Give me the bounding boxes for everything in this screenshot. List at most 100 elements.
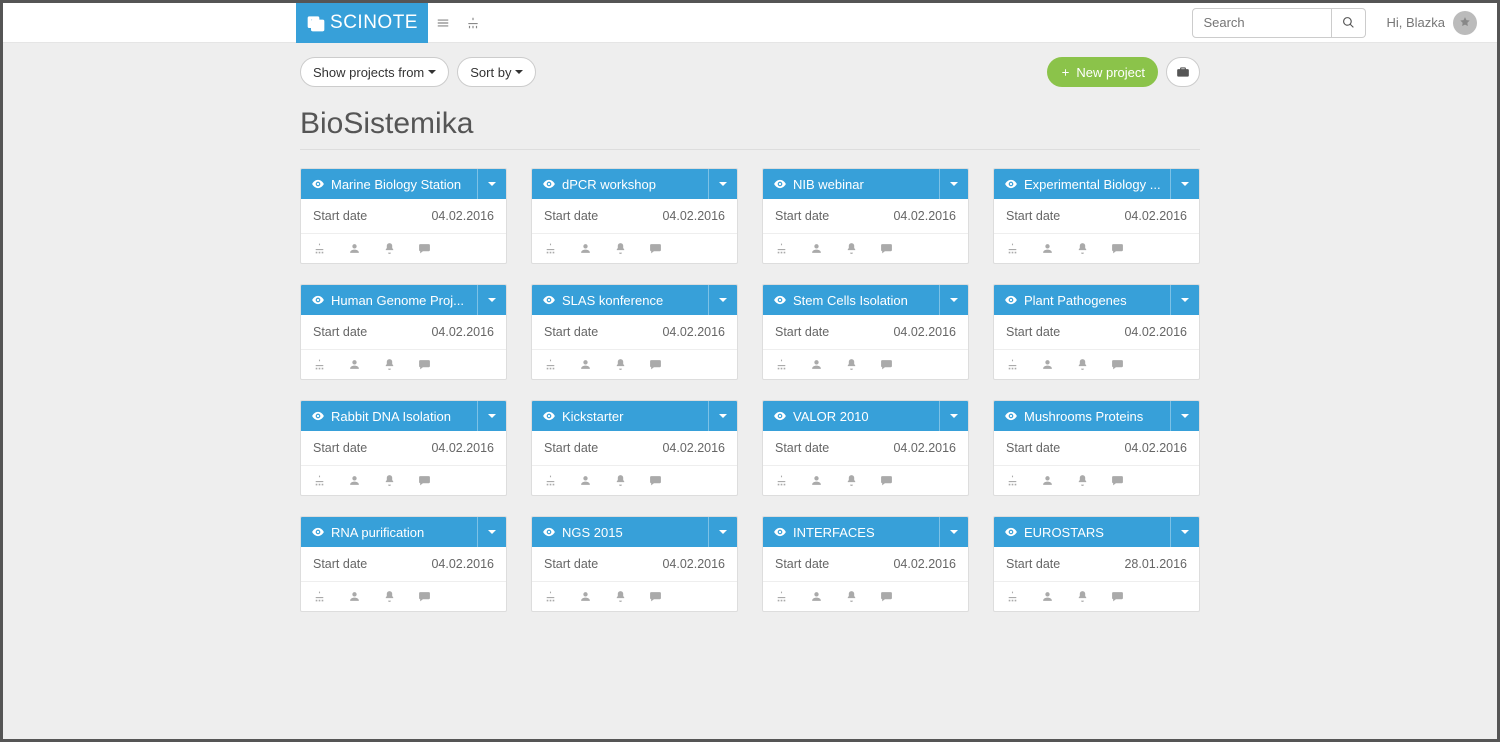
project-tree-button[interactable]: [1006, 358, 1019, 371]
project-users-button[interactable]: [348, 474, 361, 487]
project-notifications-button[interactable]: [383, 358, 396, 371]
project-notifications-button[interactable]: [383, 590, 396, 603]
project-comments-button[interactable]: [649, 242, 662, 255]
project-tree-button[interactable]: [775, 590, 788, 603]
project-card-header[interactable]: Rabbit DNA Isolation: [301, 401, 506, 431]
archive-button[interactable]: [1166, 57, 1200, 87]
project-card-header[interactable]: NIB webinar: [763, 169, 968, 199]
project-card-header[interactable]: SLAS konference: [532, 285, 737, 315]
project-card-header[interactable]: VALOR 2010: [763, 401, 968, 431]
project-comments-button[interactable]: [1111, 474, 1124, 487]
project-card-header[interactable]: Stem Cells Isolation: [763, 285, 968, 315]
project-card-menu[interactable]: [708, 285, 727, 315]
project-users-button[interactable]: [810, 242, 823, 255]
project-tree-button[interactable]: [775, 474, 788, 487]
project-comments-button[interactable]: [1111, 242, 1124, 255]
project-users-button[interactable]: [810, 358, 823, 371]
app-logo[interactable]: SCINOTE: [296, 3, 428, 43]
project-comments-button[interactable]: [418, 242, 431, 255]
project-card-menu[interactable]: [939, 517, 958, 547]
project-comments-button[interactable]: [418, 590, 431, 603]
project-card-menu[interactable]: [939, 401, 958, 431]
sort-projects-dropdown[interactable]: Sort by: [457, 57, 536, 87]
project-comments-button[interactable]: [880, 242, 893, 255]
project-tree-button[interactable]: [544, 590, 557, 603]
project-card-header[interactable]: Kickstarter: [532, 401, 737, 431]
project-users-button[interactable]: [1041, 474, 1054, 487]
project-notifications-button[interactable]: [614, 358, 627, 371]
project-card-menu[interactable]: [477, 285, 496, 315]
project-users-button[interactable]: [1041, 358, 1054, 371]
project-tree-button[interactable]: [313, 590, 326, 603]
project-comments-button[interactable]: [649, 474, 662, 487]
project-card-header[interactable]: dPCR workshop: [532, 169, 737, 199]
project-card-menu[interactable]: [1170, 169, 1189, 199]
menu-toggle-button[interactable]: [428, 3, 458, 43]
project-card-menu[interactable]: [708, 517, 727, 547]
project-comments-button[interactable]: [880, 358, 893, 371]
project-card-menu[interactable]: [708, 169, 727, 199]
project-card-menu[interactable]: [708, 401, 727, 431]
project-notifications-button[interactable]: [614, 242, 627, 255]
project-card-header[interactable]: INTERFACES: [763, 517, 968, 547]
project-card-header[interactable]: Mushrooms Proteins: [994, 401, 1199, 431]
project-notifications-button[interactable]: [614, 590, 627, 603]
project-notifications-button[interactable]: [845, 358, 858, 371]
project-users-button[interactable]: [579, 242, 592, 255]
project-users-button[interactable]: [579, 474, 592, 487]
project-tree-button[interactable]: [544, 242, 557, 255]
project-card-header[interactable]: Plant Pathogenes: [994, 285, 1199, 315]
project-notifications-button[interactable]: [845, 590, 858, 603]
project-users-button[interactable]: [1041, 242, 1054, 255]
project-notifications-button[interactable]: [383, 242, 396, 255]
project-comments-button[interactable]: [418, 358, 431, 371]
project-card-menu[interactable]: [939, 169, 958, 199]
project-tree-button[interactable]: [313, 242, 326, 255]
filter-projects-dropdown[interactable]: Show projects from: [300, 57, 449, 87]
project-comments-button[interactable]: [1111, 590, 1124, 603]
search-button[interactable]: [1332, 8, 1366, 38]
project-card-header[interactable]: Marine Biology Station: [301, 169, 506, 199]
project-card-menu[interactable]: [1170, 401, 1189, 431]
project-comments-button[interactable]: [649, 358, 662, 371]
org-tree-button[interactable]: [458, 3, 488, 43]
project-users-button[interactable]: [1041, 590, 1054, 603]
project-notifications-button[interactable]: [1076, 358, 1089, 371]
project-card-menu[interactable]: [939, 285, 958, 315]
project-card-header[interactable]: RNA purification: [301, 517, 506, 547]
project-card-header[interactable]: Experimental Biology ...: [994, 169, 1199, 199]
project-comments-button[interactable]: [880, 590, 893, 603]
project-card-menu[interactable]: [1170, 517, 1189, 547]
project-card-header[interactable]: Human Genome Proj...: [301, 285, 506, 315]
project-notifications-button[interactable]: [1076, 242, 1089, 255]
project-card-menu[interactable]: [477, 517, 496, 547]
project-users-button[interactable]: [579, 590, 592, 603]
project-comments-button[interactable]: [880, 474, 893, 487]
project-notifications-button[interactable]: [1076, 474, 1089, 487]
project-card-menu[interactable]: [477, 401, 496, 431]
project-card-menu[interactable]: [477, 169, 496, 199]
project-comments-button[interactable]: [649, 590, 662, 603]
project-users-button[interactable]: [348, 358, 361, 371]
user-avatar[interactable]: [1453, 11, 1477, 35]
project-tree-button[interactable]: [775, 358, 788, 371]
project-card-menu[interactable]: [1170, 285, 1189, 315]
project-comments-button[interactable]: [1111, 358, 1124, 371]
project-tree-button[interactable]: [313, 474, 326, 487]
project-comments-button[interactable]: [418, 474, 431, 487]
project-notifications-button[interactable]: [1076, 590, 1089, 603]
search-input[interactable]: [1192, 8, 1332, 38]
project-notifications-button[interactable]: [383, 474, 396, 487]
project-users-button[interactable]: [348, 590, 361, 603]
project-card-header[interactable]: EUROSTARS: [994, 517, 1199, 547]
project-tree-button[interactable]: [544, 474, 557, 487]
project-tree-button[interactable]: [1006, 474, 1019, 487]
project-users-button[interactable]: [348, 242, 361, 255]
project-users-button[interactable]: [810, 590, 823, 603]
project-card-header[interactable]: NGS 2015: [532, 517, 737, 547]
project-notifications-button[interactable]: [614, 474, 627, 487]
project-users-button[interactable]: [579, 358, 592, 371]
new-project-button[interactable]: New project: [1047, 57, 1158, 87]
project-tree-button[interactable]: [544, 358, 557, 371]
project-users-button[interactable]: [810, 474, 823, 487]
